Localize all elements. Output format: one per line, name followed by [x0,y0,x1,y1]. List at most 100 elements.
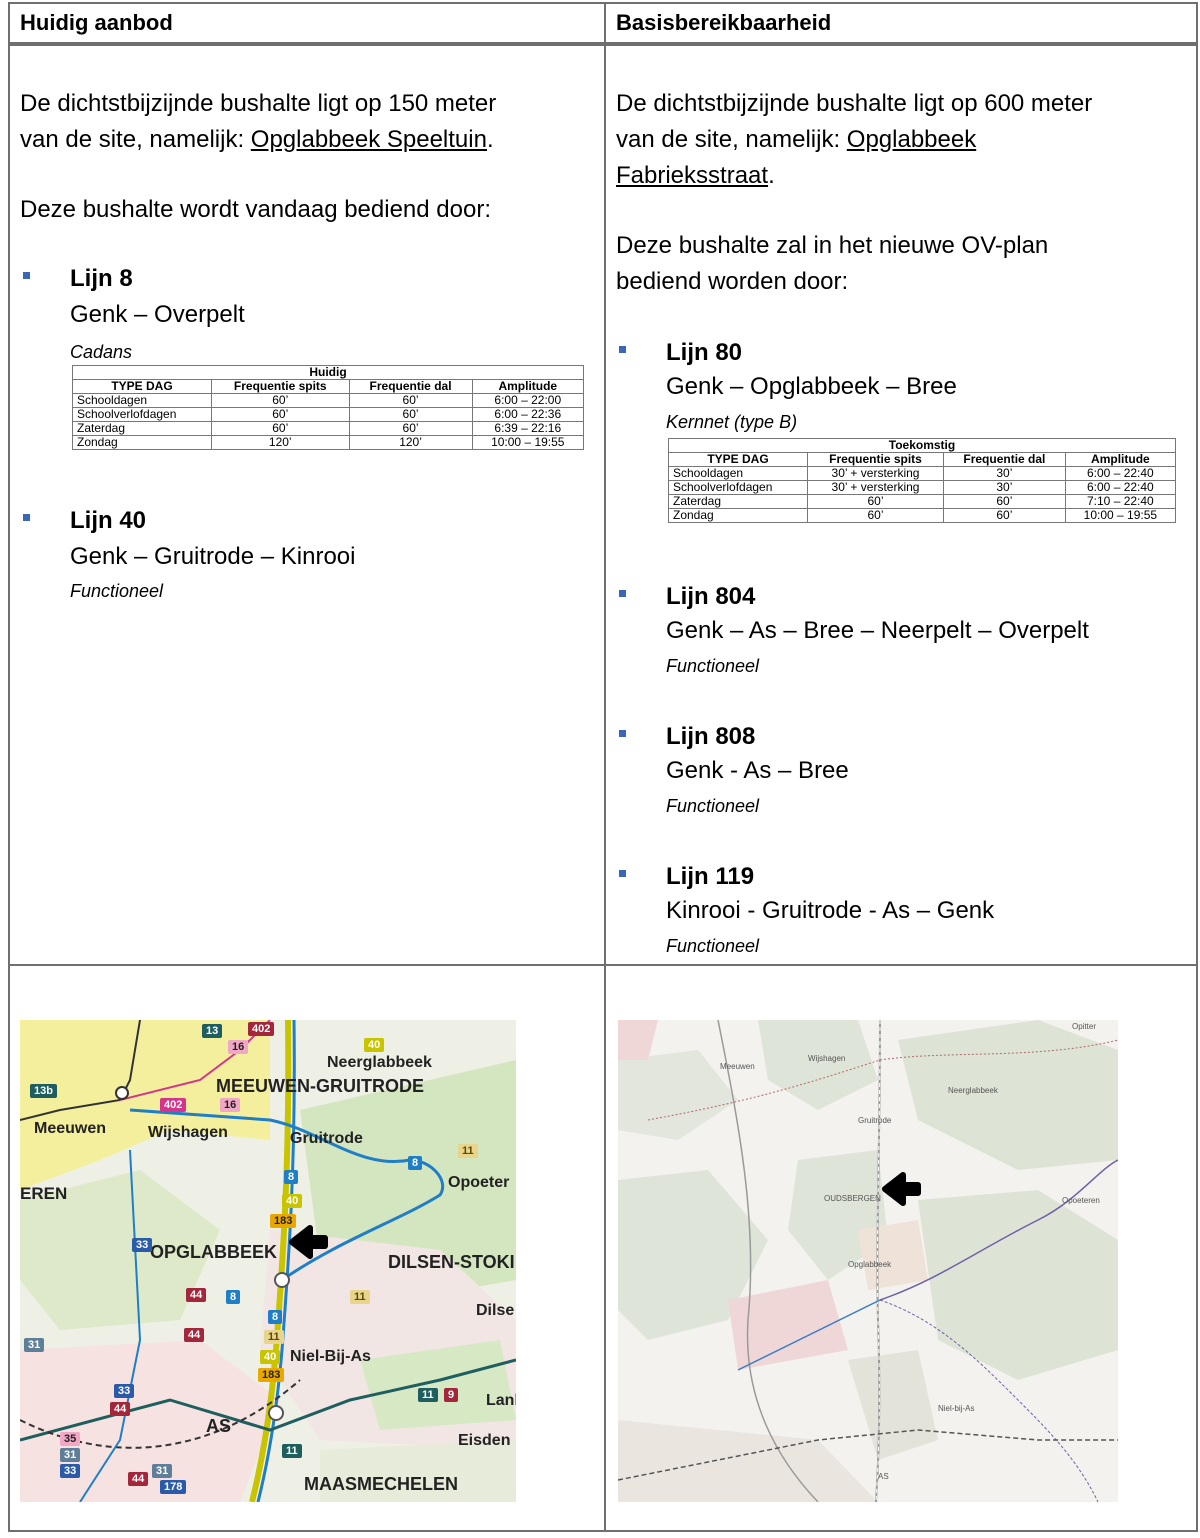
line-route: Genk – Overpelt [70,301,245,328]
table-header: Amplitude [1064,452,1177,467]
bullet-icon [23,272,30,279]
place-label: MEEUWEN-GRUITRODE [216,1076,424,1096]
place-label: AS [878,1472,889,1481]
line-badge: 40 [260,1350,281,1364]
column-huidig-aanbod: Huidig aanbod De dichtstbijzijnde bushal… [10,4,606,1530]
column-basisbereikbaarheid: Basisbereikbaarheid De dichtstbijzijnde … [606,4,1196,1530]
line-badge: 35 [60,1432,81,1446]
table-row: Schooldagen 60’ 60’ 6:00 – 22:00 [72,393,585,408]
served-by-paragraph: Deze bushalte wordt vandaag bediend door… [20,196,491,223]
place-label: Wijshagen [148,1124,228,1141]
line-badge: 40 [282,1194,303,1208]
line-route: Genk – Gruitrode – Kinrooi [70,543,356,570]
network-map-future: Opitter Wijshagen Meeuwen Neerglabbeek G… [618,1020,1118,1502]
comparison-table: Huidig aanbod De dichtstbijzijnde bushal… [8,2,1198,1532]
line-route: Genk – Opglabbeek – Bree [666,373,957,400]
table-row: Zaterdag 60’ 60’ 7:10 – 22:40 [668,494,1177,509]
frequency-table: Toekomstig TYPE DAG Frequentie spits Fre… [668,438,1177,523]
line-name: Lijn 40 [70,507,147,534]
bullet-icon [619,870,626,877]
bullet-icon [619,730,626,737]
line-badge: 8 [408,1156,423,1170]
line-badge: 11 [418,1388,438,1402]
line-badge: 183 [258,1368,285,1382]
place-label: OPGLABBEEK [150,1242,278,1262]
stop-name: Fabrieksstraat [616,162,769,189]
line-badge: 13 [202,1024,223,1038]
bullet-icon [619,346,626,353]
line-type: Functioneel [666,656,760,676]
table-row: Schoolverlofdagen 30’ + versterking 30’ 6:0… [668,480,1177,495]
line-badge: 31 [24,1338,45,1352]
network-map-current: Neerglabbeek MEEUWEN-GRUITRODE Meeuwen W… [20,1020,516,1502]
line-name: Lijn 808 [666,723,756,750]
line-badge: 33 [114,1384,135,1398]
line-badge: 44 [186,1288,207,1302]
table-title: Huidig [72,365,584,380]
line-badge: 44 [184,1328,205,1342]
line-name: Lijn 80 [666,339,743,366]
row-divider [10,964,604,966]
line-badge: 8 [268,1310,283,1324]
line-badge: 44 [128,1472,149,1486]
place-label: Niel-bij-As [938,1404,975,1413]
table-row: Zondag 60’ 60’ 10:00 – 19:55 [668,508,1177,523]
line-badge: 183 [270,1214,297,1228]
line-badge: 11 [264,1330,284,1344]
table-title: Toekomstig [668,438,1176,453]
line-type: Kernnet (type B) [666,412,798,432]
place-label: Opitter [1072,1022,1097,1031]
table-header: Amplitude [471,379,585,394]
place-label: Dilse [476,1302,515,1319]
line-badge: 8 [284,1170,299,1184]
place-label: AS [206,1416,232,1436]
line-badge: 16 [228,1040,249,1054]
line-badge: 40 [364,1038,385,1052]
table-row: Schooldagen 30’ + versterking 30’ 6:00 – 22… [668,466,1177,481]
line-type: Functioneel [666,936,760,956]
line-badge: 11 [458,1144,478,1158]
line-route: Kinrooi - Gruitrode - As – Genk [666,897,995,924]
intro-paragraph: De dichtstbijzijnde bushalte ligt op 150… [20,90,497,153]
row-divider [606,964,1196,966]
place-label: EREN [20,1184,68,1203]
line-name: Lijn 119 [666,863,755,890]
table-row: Schoolverlofdagen 60’ 60’ 6:00 – 22:36 [72,407,585,422]
line-badge: 16 [220,1098,241,1112]
stop-name: Opglabbeek Speeltuin [250,126,487,153]
column-header: Huidig aanbod [10,4,604,46]
bullet-icon [23,514,30,521]
column-header: Basisbereikbaarheid [606,4,1196,46]
line-badge: 8 [226,1290,241,1304]
stop-name: Opglabbeek [846,126,977,153]
table-row: Zaterdag 60’ 60’ 6:39 – 22:16 [72,421,585,436]
line-type: Functioneel [666,796,760,816]
place-label: OUDSBERGEN [824,1194,881,1203]
table-header: Frequentie dal [348,379,473,394]
line-badge: 13b [30,1084,57,1098]
place-label: Meeuwen [34,1120,107,1137]
line-badge: 33 [132,1238,153,1252]
line-badge: 33 [60,1464,81,1478]
place-label: Opoeter [448,1174,510,1191]
line-name: Lijn 804 [666,583,756,610]
table-header: Frequentie spits [211,379,350,394]
place-label: Opoeteren [1062,1196,1100,1205]
place-label: Meeuwen [720,1062,755,1071]
table-header: TYPE DAG [668,452,808,467]
place-label: DILSEN-STOKI [388,1252,515,1272]
place-label: Wijshagen [808,1054,846,1063]
served-by-paragraph: Deze bushalte zal in het nieuwe OV-plan … [616,232,1049,295]
place-label: Eisden [458,1432,511,1449]
line-badge: 31 [152,1464,173,1478]
place-label: Gruitrode [290,1130,363,1147]
intro-paragraph: De dichtstbijzijnde bushalte ligt op 600… [616,90,1093,189]
line-badge: 402 [248,1022,275,1036]
line-name: Lijn 8 [70,265,133,292]
line-badge: 44 [110,1402,131,1416]
line-route: Genk – As – Bree – Neerpelt – Overpelt [666,617,1089,644]
line-badge: 402 [160,1098,187,1112]
line-type: Functioneel [70,581,164,601]
place-label: Neerglabbeek [948,1086,998,1095]
line-badge: 178 [160,1480,187,1494]
